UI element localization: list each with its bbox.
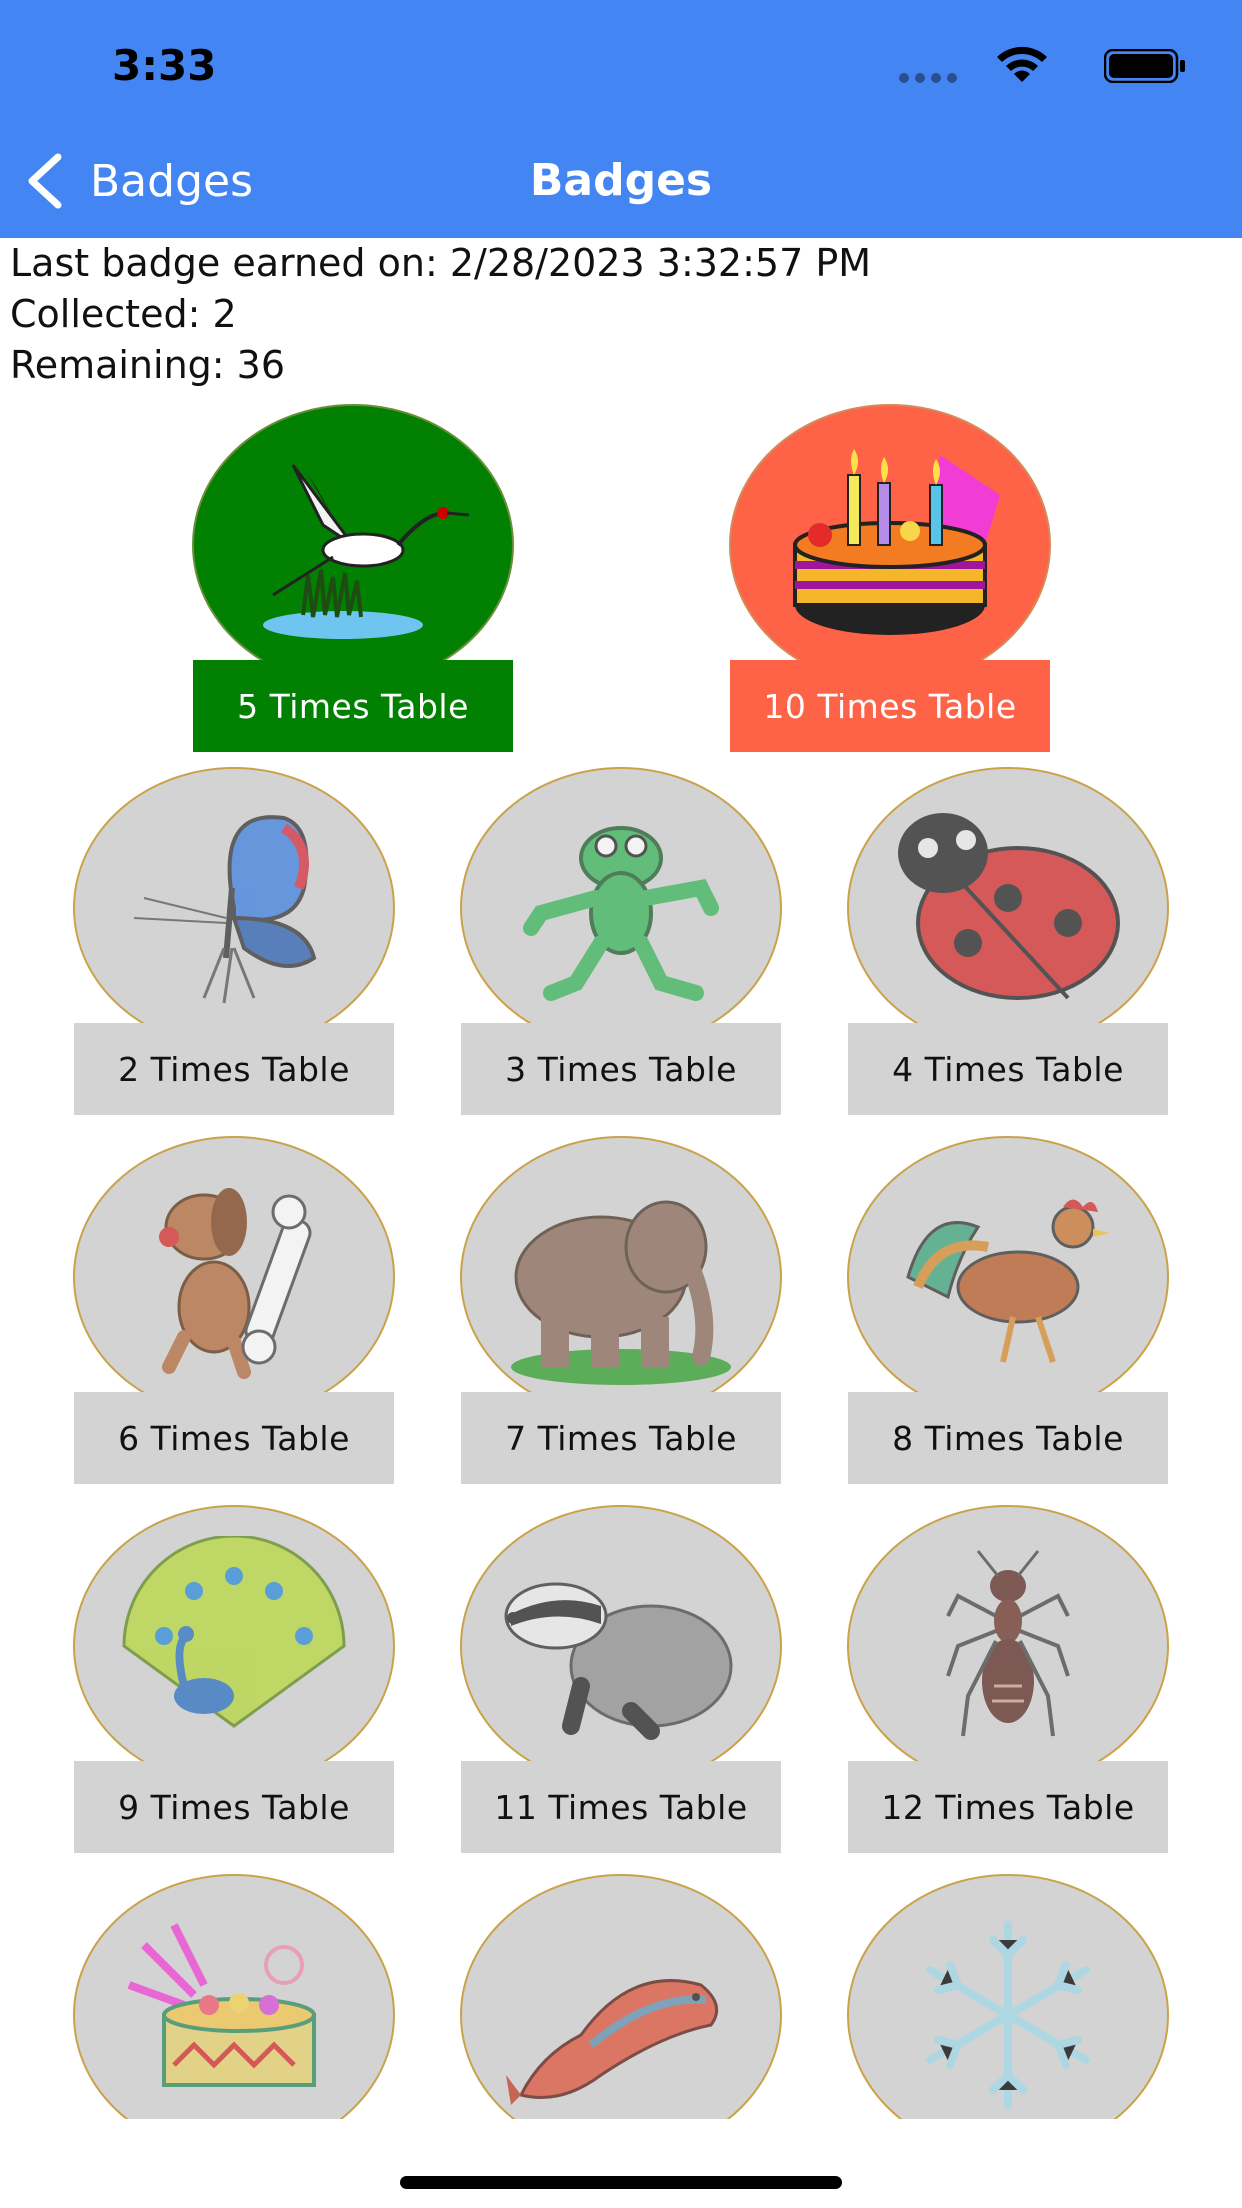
badge-salmon[interactable]	[460, 1874, 782, 2119]
badge-2-times-table[interactable]: 2 Times Table	[73, 767, 395, 1115]
remaining-count: Remaining: 36	[10, 343, 286, 387]
badge-circle	[73, 1505, 395, 1787]
badge-5-times-table[interactable]: 5 Times Table	[192, 404, 514, 752]
badge-label: 4 Times Table	[848, 1023, 1168, 1115]
battery-icon	[1104, 49, 1185, 83]
badge-circle	[460, 1874, 782, 2119]
badge-7-times-table[interactable]: 7 Times Table	[460, 1136, 782, 1484]
badge-label: 8 Times Table	[848, 1392, 1168, 1484]
page-title: Badges	[529, 155, 713, 206]
collected-count: Collected: 2	[10, 292, 237, 336]
last-earned-text: Last badge earned on: 2/28/2023 3:32:57 …	[10, 241, 872, 285]
ant-icon	[946, 1550, 1070, 1737]
badge-circle	[847, 1874, 1169, 2119]
navigation-bar: 3:33 Badges Badges	[0, 0, 1242, 238]
badge-10-times-table[interactable]: 10 Times Table	[729, 404, 1051, 752]
badge-12-times-table[interactable]: 12 Times Table	[847, 1505, 1169, 1853]
badge-circle	[847, 1505, 1169, 1787]
badge-circle	[192, 404, 514, 686]
badge-label: 7 Times Table	[461, 1392, 781, 1484]
status-icons	[886, 40, 1186, 90]
badge-circle	[73, 1136, 395, 1418]
snowflake-icon	[926, 1921, 1090, 2109]
badge-circle	[847, 1136, 1169, 1418]
badge-circle	[729, 404, 1051, 686]
elephant-icon	[511, 1200, 731, 1385]
badge-circle	[847, 767, 1169, 1049]
badge-label: 11 Times Table	[461, 1761, 781, 1853]
badge-circle	[460, 767, 782, 1049]
badge-3-times-table[interactable]: 3 Times Table	[460, 767, 782, 1115]
ladybug-icon	[898, 813, 1120, 1000]
signal-icon	[899, 73, 957, 83]
badge-6-times-table[interactable]: 6 Times Table	[73, 1136, 395, 1484]
badge-4-times-table[interactable]: 4 Times Table	[847, 767, 1169, 1115]
badge-circle	[460, 1505, 782, 1787]
badge-label: 6 Times Table	[74, 1392, 394, 1484]
salmon-icon	[506, 1979, 719, 2105]
badge-11-times-table[interactable]: 11 Times Table	[460, 1505, 782, 1853]
badge-label: 9 Times Table	[74, 1761, 394, 1853]
status-time: 3:33	[112, 41, 217, 90]
dog-with-bone-icon	[159, 1188, 312, 1379]
butterfly-icon	[133, 815, 317, 1004]
badge-label: 2 Times Table	[74, 1023, 394, 1115]
badge-8-times-table[interactable]: 8 Times Table	[847, 1136, 1169, 1484]
badge-9-times-table[interactable]: 9 Times Table	[73, 1505, 395, 1853]
peacock-icon	[122, 1536, 346, 1728]
badge-label: 12 Times Table	[848, 1761, 1168, 1853]
frog-icon	[523, 826, 719, 1001]
badge-circle	[73, 1874, 395, 2119]
badger-icon	[504, 1582, 733, 1740]
cake-icon	[127, 1923, 316, 2087]
home-indicator[interactable]	[400, 2176, 842, 2189]
wifi-icon	[997, 46, 1047, 82]
crane-icon	[263, 464, 470, 639]
badge-label: 5 Times Table	[193, 660, 513, 752]
badge-label: 3 Times Table	[461, 1023, 781, 1115]
badge-summary: Last badge earned on: 2/28/2023 3:32:57 …	[10, 238, 871, 391]
badge-snowflake[interactable]	[847, 1874, 1169, 2119]
badge-circle	[460, 1136, 782, 1418]
badge-circle	[73, 767, 395, 1049]
badge-cake[interactable]	[73, 1874, 395, 2119]
birthday-cake-icon	[793, 449, 1000, 635]
rooster-icon	[906, 1199, 1110, 1363]
badge-label: 10 Times Table	[730, 660, 1050, 752]
